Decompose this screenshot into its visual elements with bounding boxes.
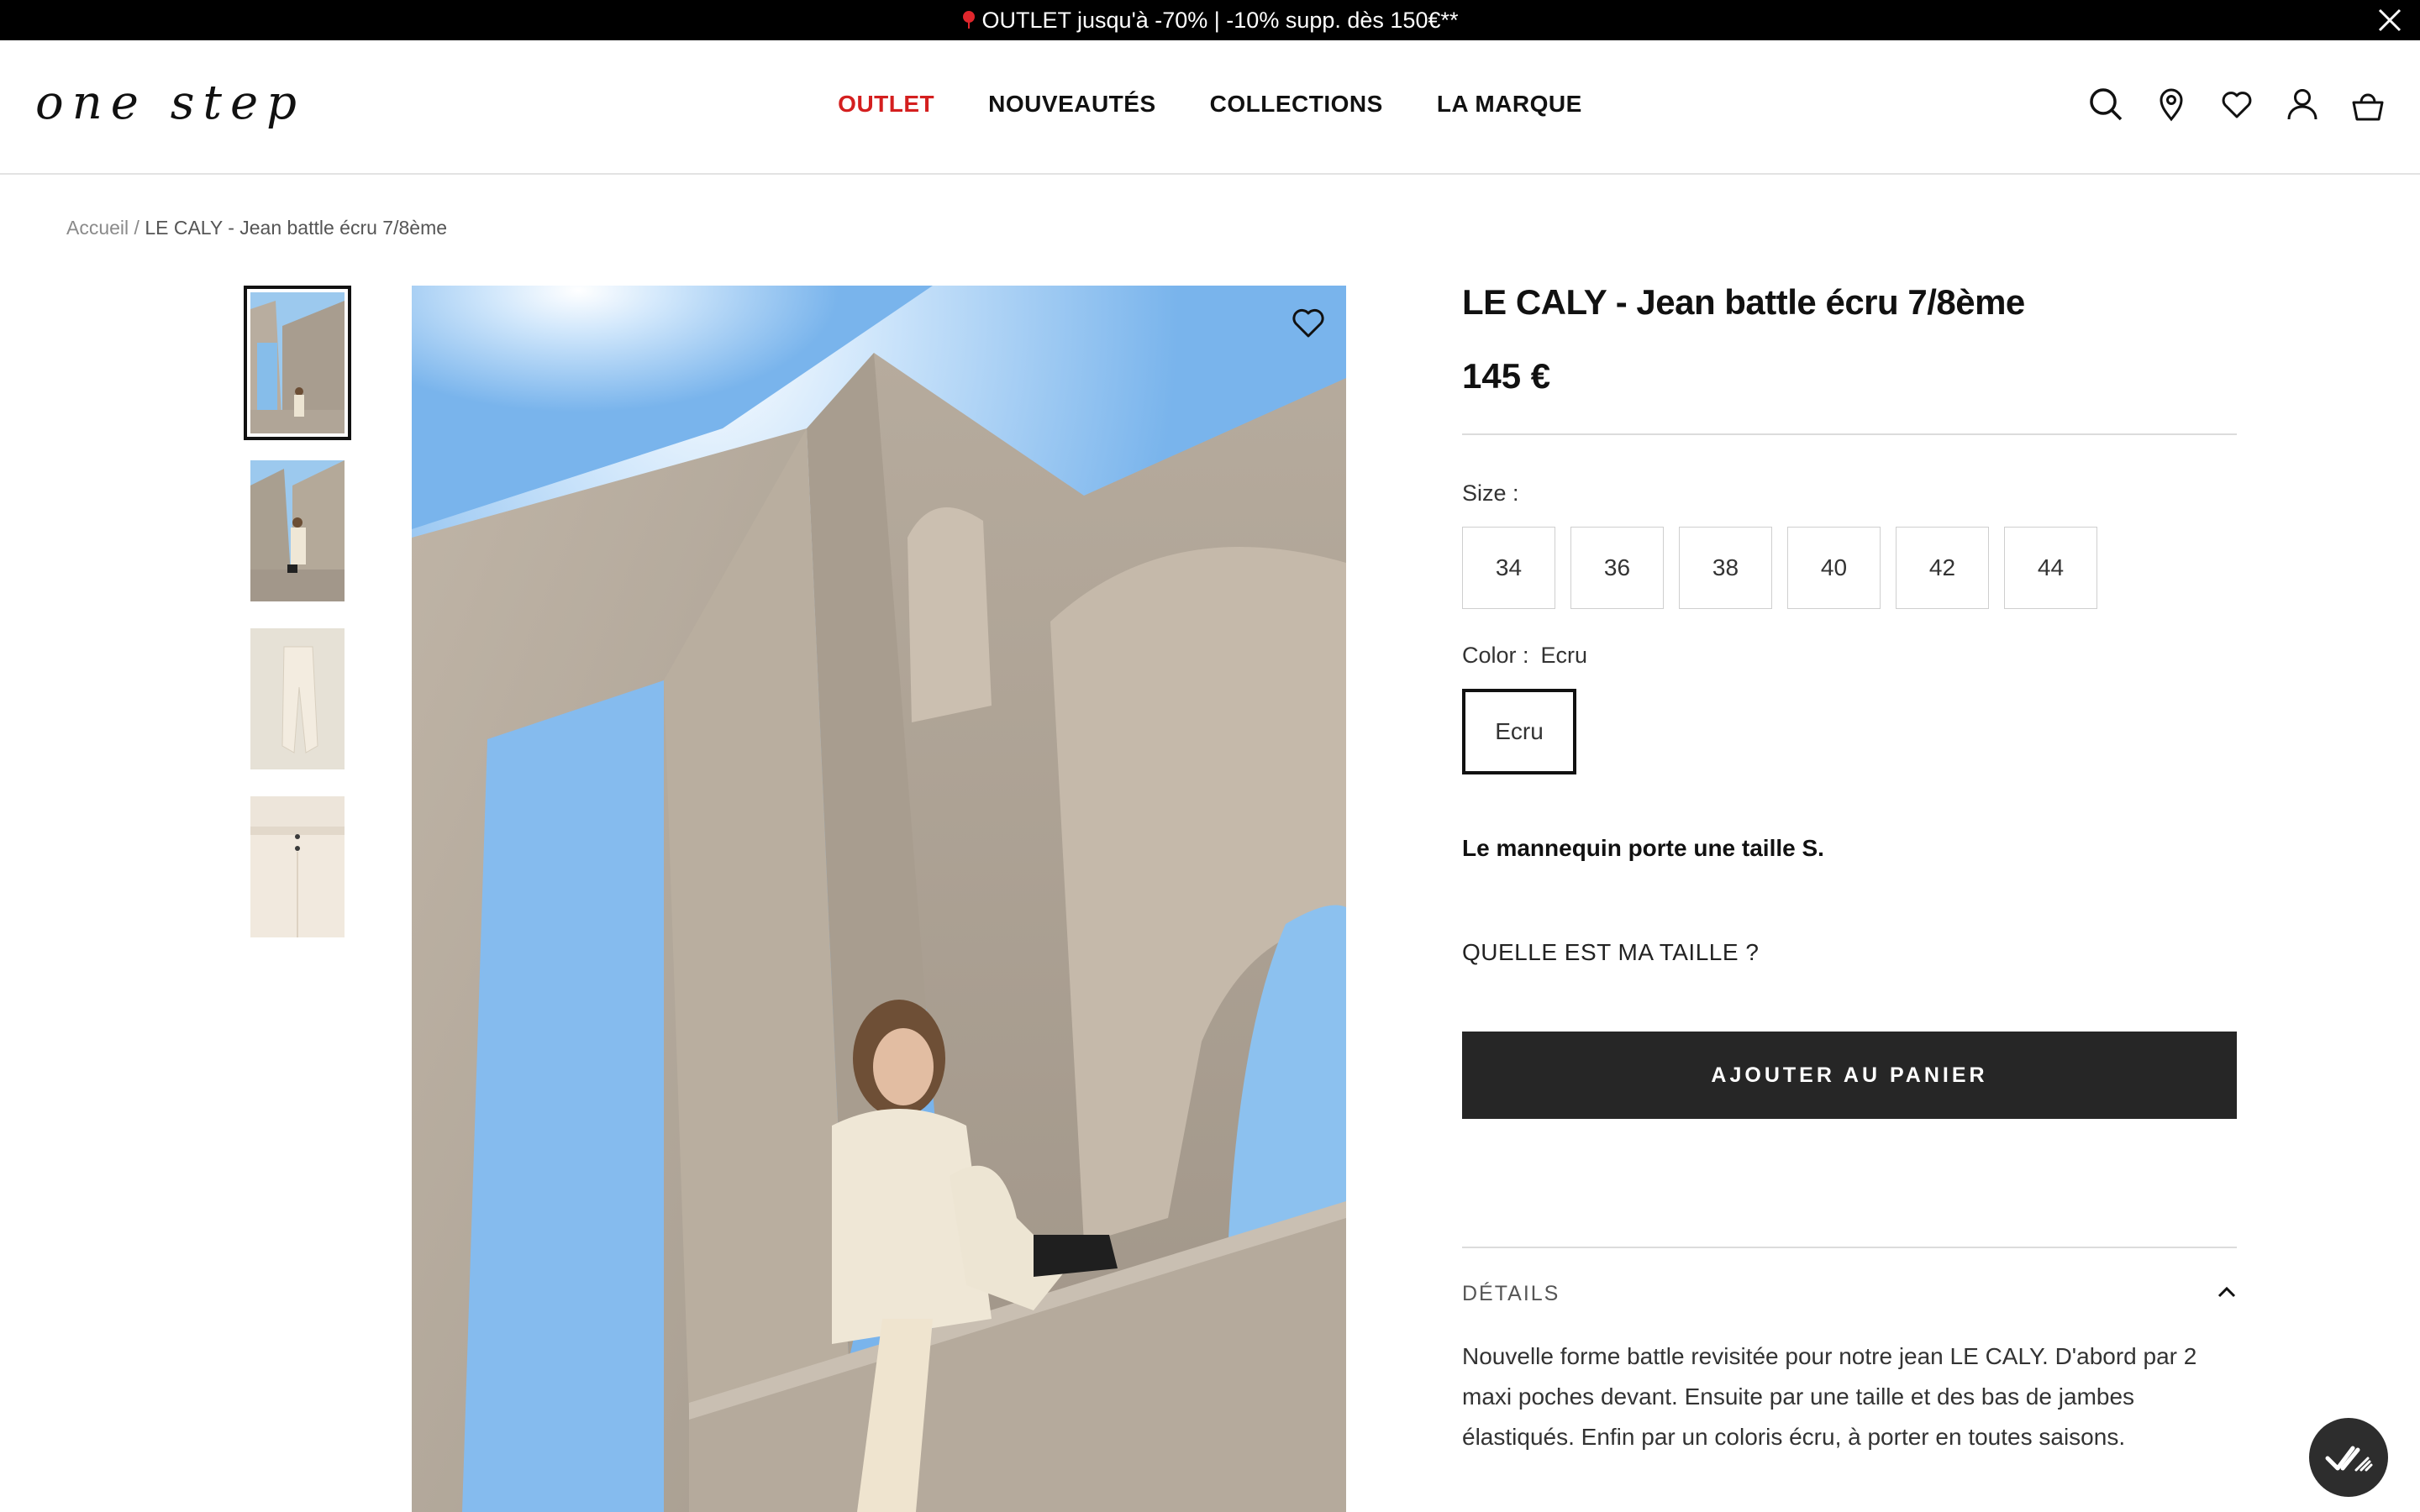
promo-text: OUTLET jusqu'à -70% | -10% supp. dès 150…: [981, 7, 1459, 33]
double-check-icon: [2325, 1446, 2373, 1472]
size-option-34[interactable]: 34: [1462, 527, 1555, 609]
thumbnail-4[interactable]: [250, 796, 345, 937]
main-nav: OUTLET NOUVEAUTÉS COLLECTIONS LA MARQUE: [0, 91, 2420, 118]
site-header: one step OUTLET NOUVEAUTÉS COLLECTIONS L…: [0, 40, 2420, 175]
pin-icon: [962, 11, 976, 29]
color-row: Color : Ecru: [1462, 643, 2237, 669]
product-price: 145 €: [1462, 356, 1551, 396]
close-icon[interactable]: [2376, 7, 2403, 34]
wishlist-icon[interactable]: [2218, 86, 2255, 123]
color-option-ecru[interactable]: Ecru: [1462, 689, 1576, 774]
divider: [1462, 1247, 2237, 1248]
search-icon[interactable]: [2087, 86, 2124, 123]
chevron-up-icon: [2217, 1285, 2237, 1303]
details-description: Nouvelle forme battle revisitée pour not…: [1462, 1343, 2197, 1450]
size-selector: 34 36 38 40 42 44: [1462, 527, 2237, 609]
color-label: Color :: [1462, 643, 1529, 668]
details-accordion-header[interactable]: DÉTAILS: [1462, 1282, 2237, 1306]
nav-la-marque[interactable]: LA MARQUE: [1437, 91, 1582, 118]
nav-collections[interactable]: COLLECTIONS: [1210, 91, 1383, 118]
breadcrumb: Accueil / LE CALY - Jean battle écru 7/8…: [66, 217, 447, 239]
promo-banner: OUTLET jusqu'à -70% | -10% supp. dès 150…: [0, 0, 2420, 40]
breadcrumb-separator: /: [134, 217, 139, 239]
divider: [1462, 433, 2237, 435]
thumbnail-2[interactable]: [250, 460, 345, 601]
add-to-cart-button[interactable]: AJOUTER AU PANIER: [1462, 1032, 2237, 1119]
size-option-38[interactable]: 38: [1679, 527, 1772, 609]
thumbnail-list: [244, 286, 351, 964]
color-value: Ecru: [1540, 643, 1588, 668]
header-icons: [2087, 86, 2386, 123]
size-option-44[interactable]: 44: [2004, 527, 2097, 609]
cart-icon[interactable]: [2349, 86, 2386, 123]
account-icon[interactable]: [2284, 86, 2321, 123]
product-info-panel: LE CALY - Jean battle écru 7/8ème 145 € …: [1462, 282, 2237, 1457]
main-product-image[interactable]: [412, 286, 1346, 1512]
thumbnail-1-active[interactable]: [244, 286, 351, 440]
model-size-info: Le mannequin porte une taille S.: [1462, 835, 1824, 861]
breadcrumb-home[interactable]: Accueil: [66, 217, 129, 239]
size-option-40[interactable]: 40: [1787, 527, 1881, 609]
size-option-36[interactable]: 36: [1570, 527, 1664, 609]
add-to-wishlist-heart-icon[interactable]: [1289, 304, 1328, 341]
size-guide-link[interactable]: QUELLE EST MA TAILLE ?: [1462, 939, 2237, 966]
breadcrumb-current: LE CALY - Jean battle écru 7/8ème: [145, 217, 448, 239]
product-title: LE CALY - Jean battle écru 7/8ème: [1462, 282, 2025, 322]
thumbnail-3[interactable]: [250, 628, 345, 769]
store-locator-icon[interactable]: [2153, 86, 2190, 123]
feedback-widget-button[interactable]: [2309, 1418, 2388, 1497]
nav-nouveautes[interactable]: NOUVEAUTÉS: [988, 91, 1155, 118]
nav-outlet[interactable]: OUTLET: [838, 91, 934, 118]
details-label: DÉTAILS: [1462, 1282, 1560, 1305]
size-label: Size :: [1462, 480, 1519, 506]
size-option-42[interactable]: 42: [1896, 527, 1989, 609]
